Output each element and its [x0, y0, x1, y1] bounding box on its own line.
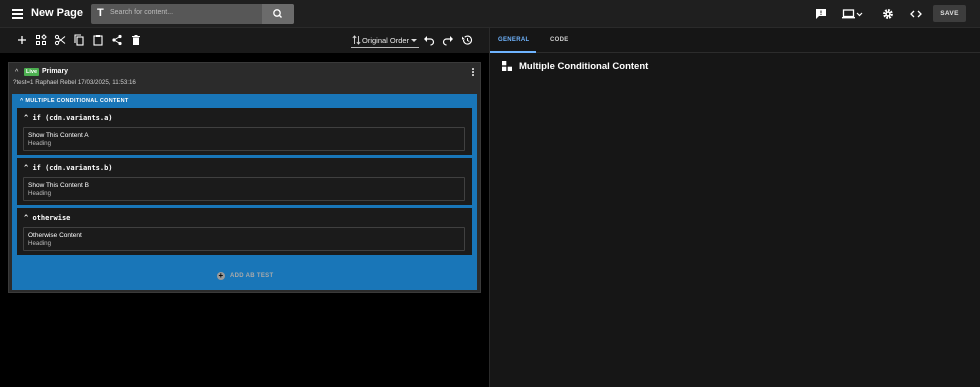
dashboard-icon — [502, 61, 512, 71]
share-icon[interactable] — [111, 34, 123, 46]
more-options-icon[interactable] — [472, 68, 474, 77]
content-item-type: Heading — [28, 190, 52, 197]
editor-toolbar: Original Order — [0, 28, 489, 53]
add-icon[interactable] — [16, 34, 28, 46]
branch-condition-label: if (cdn.variants.b) — [32, 164, 113, 172]
panel-tabs: GENERAL CODE — [490, 28, 980, 53]
paste-icon[interactable] — [92, 34, 104, 46]
cut-icon[interactable] — [54, 34, 66, 46]
text-type-icon: T — [97, 7, 104, 19]
branch-condition-label: otherwise — [32, 214, 71, 222]
variant-subtitle: ?test=1 Raphael Rebel 17/03/2025, 11:53:… — [13, 79, 136, 86]
branch-condition: ^ if (cdn.variants.a) — [24, 114, 113, 122]
branch-card[interactable]: ^ if (cdn.variants.a) Show This Content … — [17, 108, 472, 155]
tab-code[interactable]: CODE — [550, 37, 569, 43]
history-icon[interactable] — [461, 34, 473, 46]
redo-icon[interactable] — [442, 34, 454, 46]
content-item-type: Heading — [28, 240, 52, 247]
variant-title: Primary — [42, 68, 69, 75]
multiple-conditional-block[interactable]: ^ MULTIPLE CONDITIONAL CONTENT ^ if (cdn… — [12, 94, 477, 290]
add-circle-icon: + — [217, 271, 225, 280]
save-button[interactable]: SAVE — [933, 5, 966, 22]
device-preview-icon[interactable] — [842, 7, 864, 21]
branch-card[interactable]: ^ otherwise Otherwise Content Heading — [17, 208, 472, 255]
settings-icon[interactable] — [881, 7, 895, 21]
components-icon[interactable] — [35, 34, 47, 46]
branch-card[interactable]: ^ if (cdn.variants.b) Show This Content … — [17, 158, 472, 205]
content-item[interactable]: Otherwise Content Heading — [23, 227, 465, 251]
hamburger-icon[interactable] — [12, 9, 23, 19]
content-item[interactable]: Show This Content B Heading — [23, 177, 465, 201]
search-icon — [273, 9, 282, 18]
panel-title: Multiple Conditional Content — [519, 61, 649, 72]
branch-condition: ^ otherwise — [24, 214, 70, 222]
block-header[interactable]: ^ MULTIPLE CONDITIONAL CONTENT — [20, 98, 129, 104]
properties-panel: GENERAL CODE Multiple Conditional Conten… — [489, 28, 980, 387]
code-icon[interactable] — [909, 7, 923, 21]
editor-canvas: Original Order ^ Live Primary ?test=1 Ra… — [0, 28, 489, 387]
sort-order-label: Original Order — [362, 36, 410, 45]
content-item-title: Show This Content B — [28, 182, 89, 189]
undo-icon[interactable] — [423, 34, 435, 46]
content-item-type: Heading — [28, 140, 52, 147]
search-bar[interactable]: T Search for content... — [91, 4, 294, 24]
status-badge: Live — [24, 68, 40, 76]
feedback-icon[interactable] — [814, 7, 828, 21]
add-ab-test-label: ADD AB TEST — [230, 273, 274, 279]
search-input[interactable]: Search for content... — [110, 9, 173, 16]
content-item-title: Show This Content A — [28, 132, 89, 139]
branch-condition-label: if (cdn.variants.a) — [32, 114, 113, 122]
chevron-down-icon — [411, 39, 417, 42]
delete-icon[interactable] — [130, 34, 142, 46]
content-item[interactable]: Show This Content A Heading — [23, 127, 465, 151]
top-bar: New Page T Search for content... SAVE — [0, 0, 980, 28]
copy-icon[interactable] — [73, 34, 85, 46]
branch-condition: ^ if (cdn.variants.b) — [24, 164, 113, 172]
tab-general[interactable]: GENERAL — [498, 37, 529, 43]
content-item-title: Otherwise Content — [28, 232, 82, 239]
variant-card[interactable]: ^ Live Primary ?test=1 Raphael Rebel 17/… — [8, 62, 481, 293]
sort-icon — [352, 35, 361, 45]
active-tab-indicator — [490, 51, 536, 53]
chevron-up-icon[interactable]: ^ — [15, 69, 18, 76]
page-title: New Page — [31, 7, 83, 19]
block-header-label: MULTIPLE CONDITIONAL CONTENT — [25, 98, 129, 104]
search-button[interactable] — [262, 4, 294, 24]
sort-order-dropdown[interactable]: Original Order — [351, 34, 419, 48]
